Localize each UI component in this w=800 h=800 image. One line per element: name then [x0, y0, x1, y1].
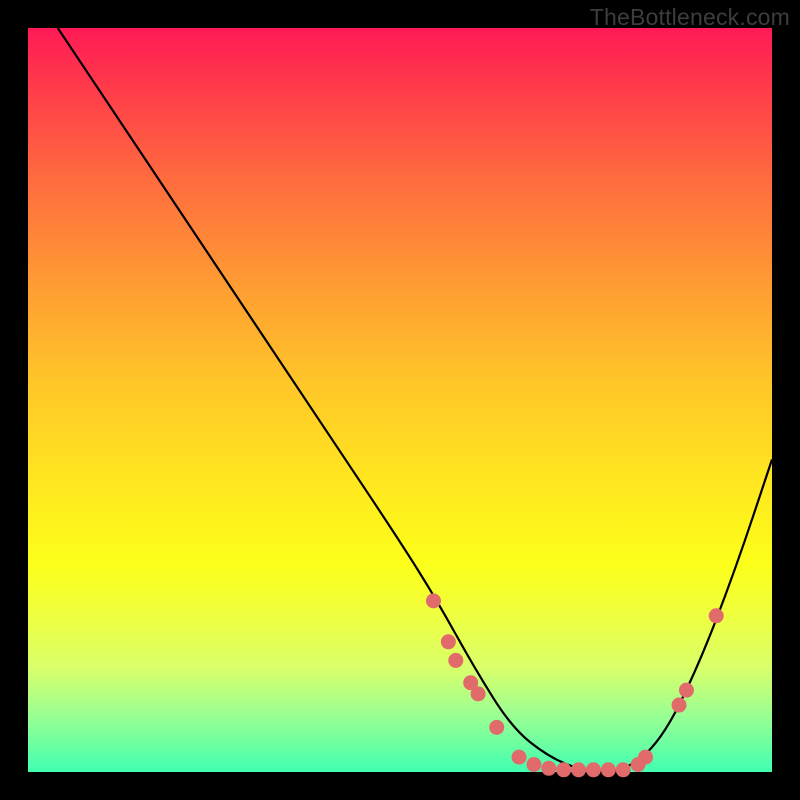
data-marker	[556, 762, 571, 777]
data-marker	[616, 762, 631, 777]
data-marker	[679, 683, 694, 698]
data-marker	[471, 686, 486, 701]
data-marker	[638, 750, 653, 765]
data-marker	[709, 608, 724, 623]
data-marker	[672, 698, 687, 713]
data-marker	[541, 761, 556, 776]
chart-svg	[28, 28, 772, 772]
data-marker	[526, 757, 541, 772]
bottleneck-curve	[58, 28, 772, 772]
data-marker	[441, 634, 456, 649]
data-marker	[586, 762, 601, 777]
data-marker	[601, 762, 616, 777]
data-marker	[489, 720, 504, 735]
data-marker	[512, 750, 527, 765]
data-markers	[426, 593, 724, 777]
watermark-text: TheBottleneck.com	[590, 4, 790, 31]
data-marker	[448, 653, 463, 668]
data-marker	[571, 762, 586, 777]
chart-frame	[28, 28, 772, 772]
data-marker	[426, 593, 441, 608]
